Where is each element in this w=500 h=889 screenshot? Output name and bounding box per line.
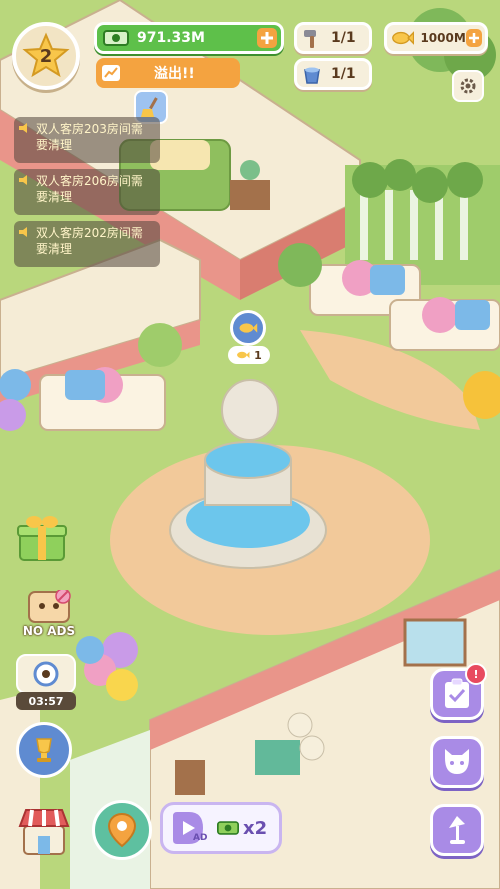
no-ads-label: NO ADS (22, 624, 76, 638)
tasks-button[interactable]: ! (430, 663, 487, 720)
add-money-button[interactable] (257, 28, 277, 48)
level-badge[interactable]: 2 (12, 22, 80, 90)
fish-coin-amount: 1000M (420, 31, 466, 45)
plus-icon (261, 32, 273, 44)
cash-icon (103, 30, 129, 46)
hammer-counter[interactable]: 1/1 (294, 22, 372, 54)
notification-text: 双人客房203房间需要清理 (36, 122, 143, 152)
trend-icon (102, 65, 120, 81)
timer-display: 03:57 (16, 692, 76, 710)
lamp-icon (449, 816, 465, 844)
cat-menu-button[interactable] (430, 736, 484, 788)
fish-icon (237, 351, 250, 359)
speaker-icon (19, 227, 27, 237)
ad-label: AD (193, 833, 208, 843)
map-pin-icon (107, 812, 137, 848)
shop-button[interactable] (14, 800, 74, 860)
money-display[interactable]: 971.33M (94, 22, 284, 54)
cat-timer-button[interactable] (16, 654, 76, 694)
decor-button[interactable] (430, 804, 484, 856)
no-ads-button[interactable]: NO ADS (18, 584, 80, 644)
notification-room-203[interactable]: 双人客房203房间需要清理 (14, 117, 160, 163)
clock-icon (33, 661, 59, 687)
tv-icon (28, 590, 71, 623)
notification-room-202[interactable]: 双人客房202房间需要清理 (14, 221, 160, 267)
fountain-fish-bubble[interactable] (230, 310, 266, 346)
bucket-icon (304, 67, 320, 84)
trophy-button[interactable] (16, 722, 72, 778)
cleaning-count: 1/1 (331, 66, 356, 82)
plus-icon (468, 33, 479, 43)
cat-icon (445, 749, 469, 774)
settings-button[interactable] (452, 70, 484, 102)
gift-icon (17, 516, 67, 561)
fountain-fish-count: 1 (228, 346, 270, 364)
clipboard-icon (445, 678, 469, 708)
notification-room-206[interactable]: 双人客房206房间需要清理 (14, 169, 160, 215)
fountain-count-value: 1 (254, 348, 262, 362)
ad-double-button[interactable]: AD x2 (160, 802, 282, 854)
trophy-icon (36, 738, 52, 762)
map-button[interactable] (92, 800, 152, 860)
broom-icon (141, 97, 158, 117)
notification-text: 双人客房206房间需要清理 (36, 174, 143, 204)
notification-text: 双人客房202房间需要清理 (36, 226, 143, 256)
speaker-icon (19, 123, 27, 133)
gear-icon (460, 78, 476, 94)
fish-coin-display[interactable]: 1000M (384, 22, 488, 54)
overflow-label: 溢出!! (154, 66, 195, 82)
add-fish-coin-button[interactable] (465, 29, 482, 47)
tasks-alert-badge: ! (465, 663, 487, 685)
cleaning-counter[interactable]: 1/1 (294, 58, 372, 90)
level-number: 2 (39, 45, 53, 67)
shop-icon (18, 809, 70, 855)
ad-multiplier: x2 (243, 817, 268, 839)
hammer-icon (304, 30, 316, 48)
hammer-count: 1/1 (331, 30, 356, 46)
speaker-icon (19, 175, 27, 185)
overflow-banner[interactable]: 溢出!! (96, 58, 240, 88)
money-amount: 971.33M (137, 30, 205, 46)
gift-button[interactable] (14, 510, 70, 566)
fish-icon (239, 323, 258, 333)
cash-icon (217, 821, 239, 835)
timer-value: 03:57 (28, 694, 64, 708)
fish-coin-icon (392, 30, 415, 46)
